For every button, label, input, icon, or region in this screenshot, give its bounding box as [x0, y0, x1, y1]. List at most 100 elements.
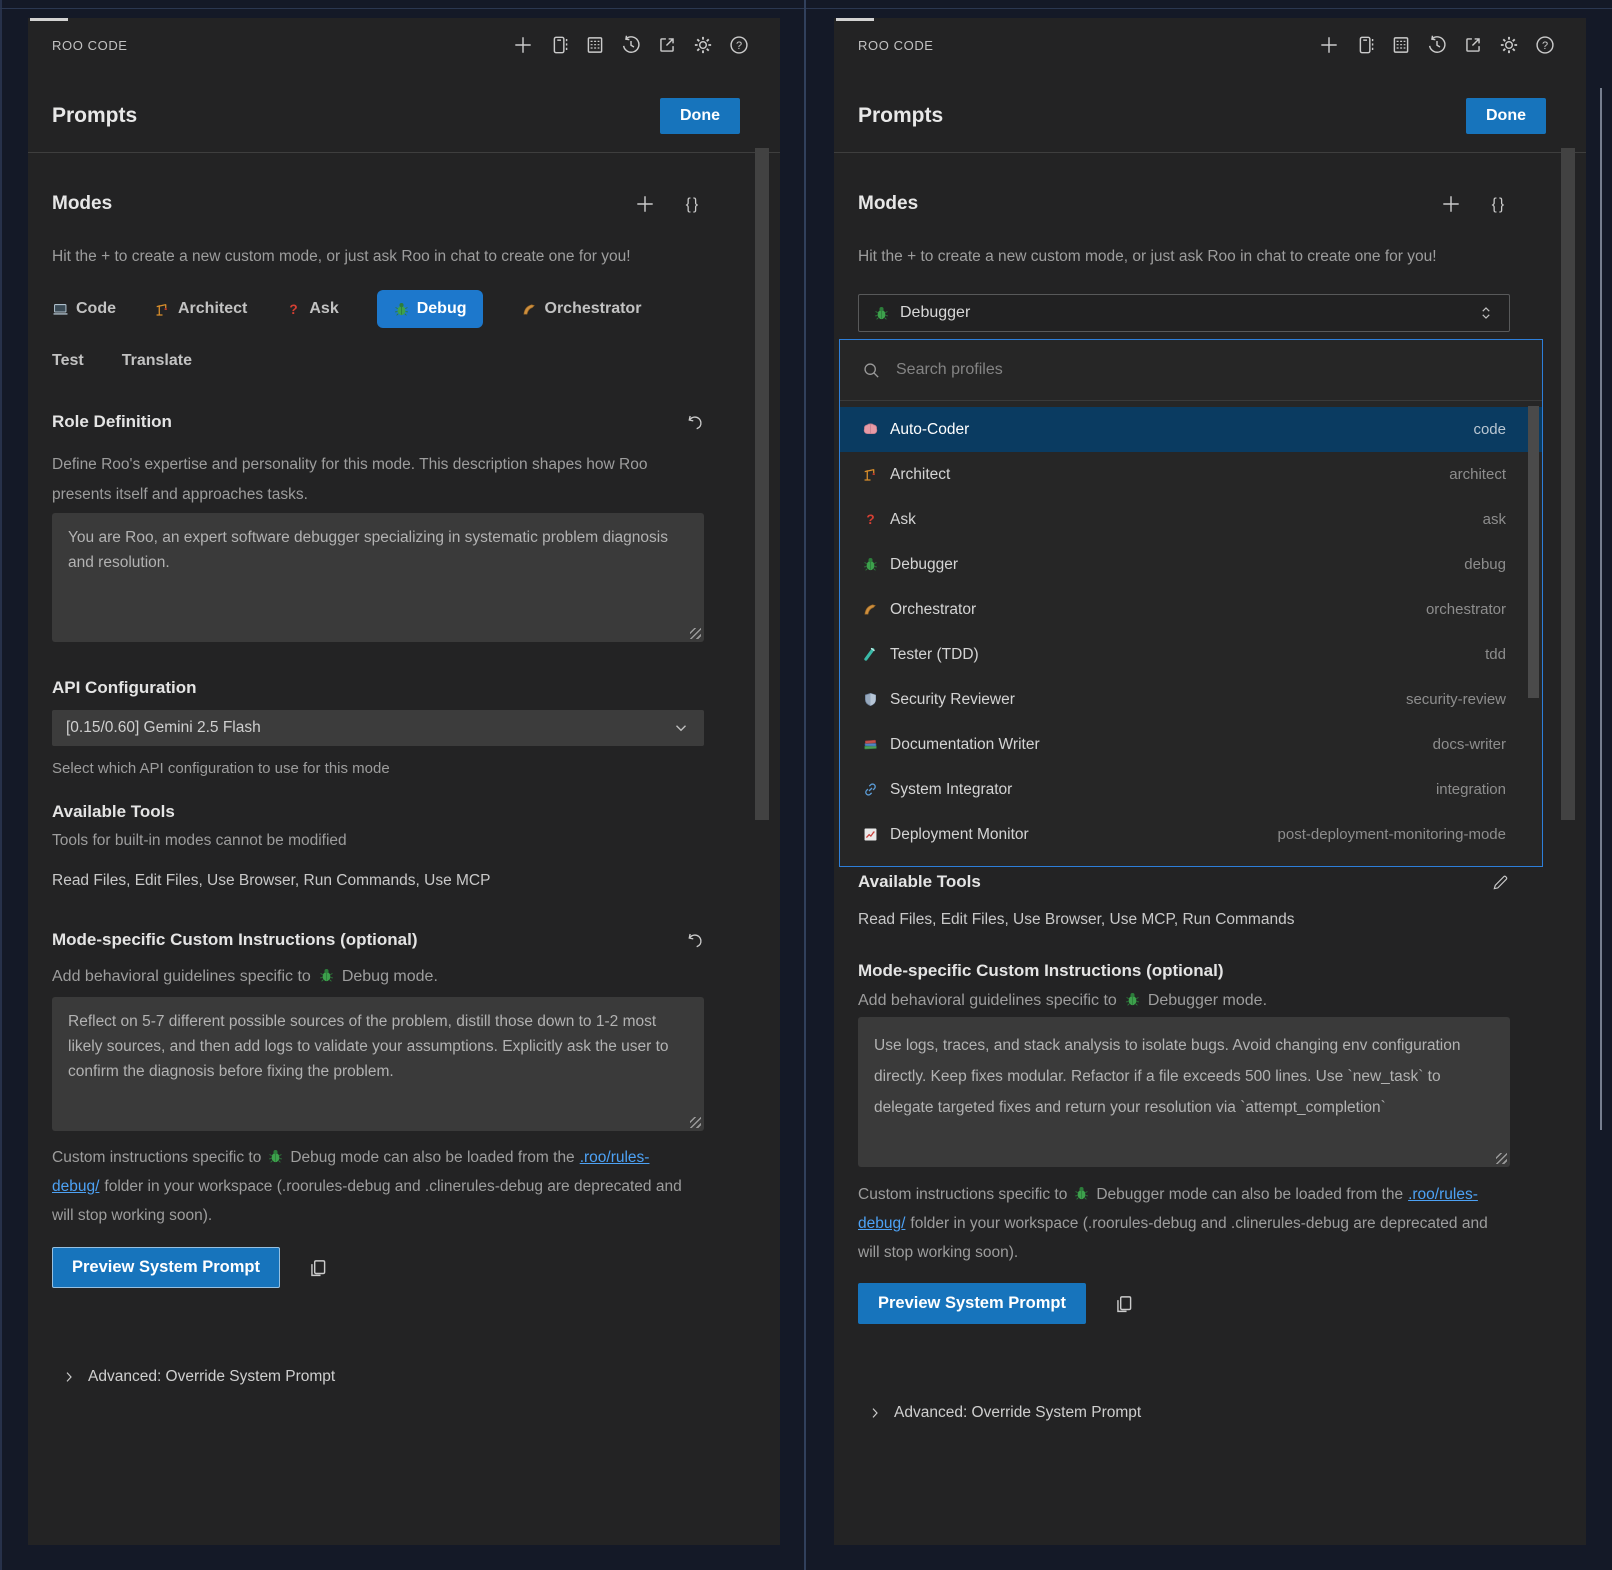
- advanced-override-toggle[interactable]: Advanced: Override System Prompt: [52, 1368, 704, 1386]
- chevron-down-icon: [672, 719, 690, 737]
- chart-icon: [862, 826, 879, 843]
- profile-item-integration[interactable]: System Integratorintegration: [840, 767, 1542, 812]
- profile-name: Deployment Monitor: [890, 826, 1029, 844]
- profile-item-architect[interactable]: Architectarchitect: [840, 452, 1542, 497]
- boomerang-icon: [862, 601, 879, 618]
- modes-description: Hit the + to create a new custom mode, o…: [52, 242, 704, 272]
- done-button[interactable]: Done: [660, 98, 740, 134]
- advanced-override-label: Advanced: Override System Prompt: [894, 1404, 1141, 1422]
- panel-toolbar: ?: [512, 34, 750, 56]
- dropdown-scrollbar[interactable]: [1528, 406, 1539, 698]
- edit-modes-config-button[interactable]: {}: [682, 193, 704, 215]
- profile-search-input[interactable]: [894, 360, 1520, 380]
- page-title: Prompts: [858, 104, 943, 128]
- gear-icon[interactable]: [692, 34, 714, 56]
- mode-tab-label: Translate: [122, 352, 192, 370]
- mode-tab-label: Architect: [178, 300, 247, 318]
- copy-icon[interactable]: [307, 1257, 329, 1279]
- resize-handle-icon[interactable]: [690, 1117, 701, 1128]
- profile-name: Auto-Coder: [890, 421, 969, 439]
- history-icon[interactable]: [620, 34, 642, 56]
- device-icon[interactable]: [548, 34, 570, 56]
- mode-tab-test[interactable]: Test: [52, 342, 84, 380]
- profile-search-row: [840, 340, 1542, 401]
- mode-select[interactable]: Debugger: [858, 294, 1510, 332]
- chevron-updown-icon: [1477, 304, 1495, 322]
- add-mode-button[interactable]: [634, 193, 656, 215]
- modes-section-title: Modes: [858, 193, 918, 215]
- mode-tab-label: Code: [76, 300, 116, 318]
- edit-modes-config-button[interactable]: {}: [1488, 193, 1510, 215]
- available-tools-list: Read Files, Edit Files, Use Browser, Run…: [52, 872, 704, 890]
- device-icon[interactable]: [1354, 34, 1376, 56]
- profile-item-tdd[interactable]: Tester (TDD)tdd: [840, 632, 1542, 677]
- help-icon[interactable]: ?: [728, 34, 750, 56]
- profile-item-code[interactable]: Auto-Codercode: [840, 407, 1542, 452]
- profile-slug: orchestrator: [1426, 601, 1506, 618]
- mode-tab-label: Ask: [309, 300, 338, 318]
- external-link-icon[interactable]: [656, 34, 678, 56]
- mode-tab-debug[interactable]: Debug: [377, 290, 483, 328]
- role-definition-textarea[interactable]: You are Roo, an expert software debugger…: [52, 513, 704, 642]
- profile-item-post-deployment-monitoring-mode[interactable]: Deployment Monitor post-deployment-monito…: [840, 812, 1542, 857]
- advanced-override-toggle[interactable]: Advanced: Override System Prompt: [858, 1404, 1510, 1422]
- profile-item-debug[interactable]: Debuggerdebug: [840, 542, 1542, 587]
- plus-icon[interactable]: [512, 34, 534, 56]
- resize-handle-icon[interactable]: [690, 628, 701, 639]
- preview-system-prompt-button[interactable]: Preview System Prompt: [858, 1283, 1086, 1324]
- history-icon[interactable]: [1426, 34, 1448, 56]
- api-configuration-help: Select which API configuration to use fo…: [52, 760, 704, 777]
- header-divider: [28, 152, 780, 153]
- add-mode-button[interactable]: [1440, 193, 1462, 215]
- preview-system-prompt-button[interactable]: Preview System Prompt: [52, 1247, 280, 1288]
- mode-tab-code[interactable]: Code: [52, 290, 116, 328]
- profile-item-ask[interactable]: ?Askask: [840, 497, 1542, 542]
- mode-tab-ask[interactable]: ?Ask: [285, 290, 338, 328]
- profile-slug: integration: [1436, 781, 1506, 798]
- plus-icon[interactable]: [1318, 34, 1340, 56]
- resize-handle-icon[interactable]: [1496, 1153, 1507, 1164]
- gear-icon[interactable]: [1498, 34, 1520, 56]
- mode-tab-architect[interactable]: Architect: [154, 290, 247, 328]
- available-tools-note: Tools for built-in modes cannot be modif…: [52, 830, 704, 852]
- server-icon[interactable]: [584, 34, 606, 56]
- profile-slug: security-review: [1406, 691, 1506, 708]
- mode-tabs: Code Architect ?Ask Debug Orchestrator Test Tr…: [52, 290, 704, 380]
- panel-divider: [804, 0, 806, 1570]
- mode-tab-orchestrator[interactable]: Orchestrator: [521, 290, 642, 328]
- active-tab-indicator: [30, 18, 68, 21]
- profile-name: Orchestrator: [890, 601, 976, 619]
- svg-text:?: ?: [866, 512, 874, 527]
- page-title: Prompts: [52, 104, 137, 128]
- external-link-icon[interactable]: [1462, 34, 1484, 56]
- undo-icon[interactable]: [685, 931, 704, 950]
- api-configuration-value: [0.15/0.60] Gemini 2.5 Flash: [66, 719, 261, 737]
- profile-item-docs-writer[interactable]: Documentation Writerdocs-writer: [840, 722, 1542, 767]
- profile-item-security-review[interactable]: Security Reviewersecurity-review: [840, 677, 1542, 722]
- copy-icon[interactable]: [1113, 1293, 1135, 1315]
- bug-icon: [393, 301, 410, 318]
- profile-name: Tester (TDD): [890, 646, 979, 664]
- header-divider: [834, 152, 1586, 153]
- active-tab-indicator: [836, 18, 874, 21]
- custom-instructions-textarea[interactable]: Reflect on 5-7 different possible source…: [52, 997, 704, 1131]
- bug-icon: [267, 1148, 284, 1165]
- panel-scrollbar[interactable]: [755, 148, 769, 820]
- panel-titlebar: ROO CODE ?: [28, 18, 780, 72]
- help-icon[interactable]: ?: [1534, 34, 1556, 56]
- available-tools-title: Available Tools: [858, 872, 981, 892]
- modes-description: Hit the + to create a new custom mode, o…: [858, 242, 1510, 272]
- chevron-right-icon: [867, 1405, 883, 1421]
- mode-tab-translate[interactable]: Translate: [122, 342, 192, 380]
- server-icon[interactable]: [1390, 34, 1412, 56]
- shield-icon: [862, 691, 879, 708]
- laptop-icon: [52, 301, 69, 318]
- custom-instructions-textarea[interactable]: Use logs, traces, and stack analysis to …: [858, 1017, 1510, 1167]
- profile-item-orchestrator[interactable]: Orchestrator orchestrator: [840, 587, 1542, 632]
- undo-icon[interactable]: [685, 413, 704, 432]
- api-configuration-select[interactable]: [0.15/0.60] Gemini 2.5 Flash: [52, 710, 704, 746]
- done-button[interactable]: Done: [1466, 98, 1546, 134]
- profile-slug: post-deployment-monitoring-mode: [1278, 826, 1506, 843]
- edit-pencil-icon[interactable]: [1491, 873, 1510, 892]
- panel-scrollbar[interactable]: [1561, 148, 1575, 820]
